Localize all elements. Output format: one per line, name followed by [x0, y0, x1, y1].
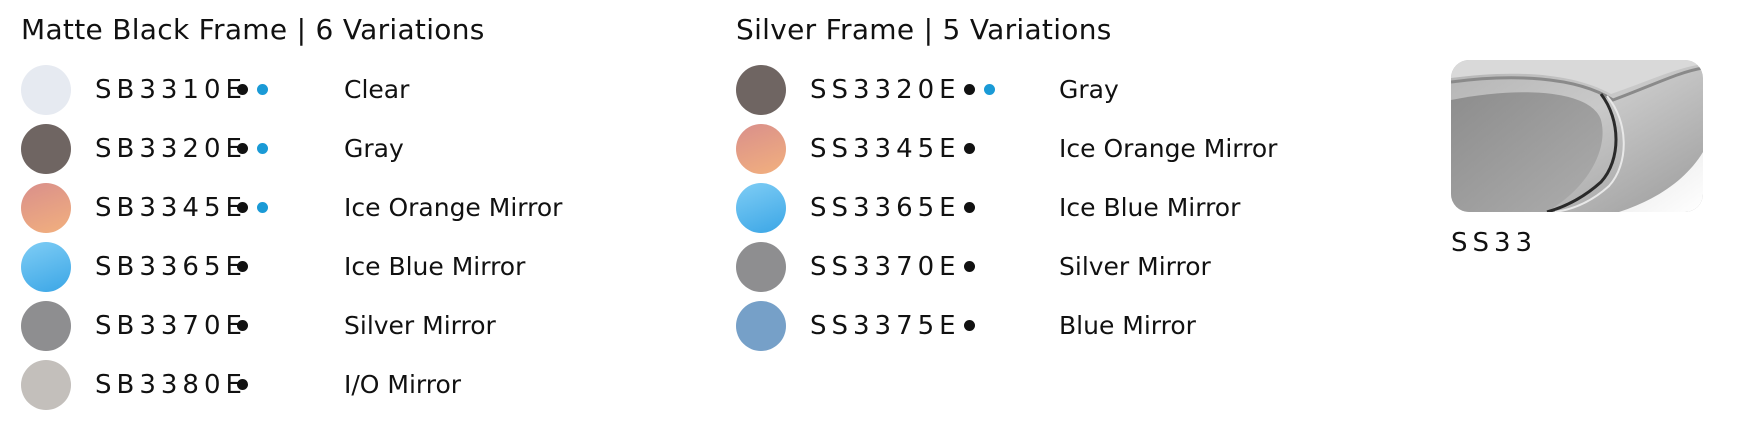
lens-name: Blue Mirror	[1059, 311, 1196, 340]
blue-dot-icon	[257, 84, 268, 95]
lens-swatch	[21, 301, 71, 351]
product-code: SS3370E	[810, 252, 961, 282]
lens-name: Ice Blue Mirror	[1059, 193, 1241, 222]
lens-swatch	[21, 183, 71, 233]
variation-row: SB3380E I/O Mirror	[21, 360, 485, 419]
blue-dot-icon	[257, 143, 268, 154]
lens-swatch	[21, 124, 71, 174]
section-title: Silver Frame | 5 Variations	[736, 13, 1112, 46]
black-dot-icon	[237, 202, 248, 213]
product-preview: SS33	[1451, 60, 1703, 262]
variation-row: SS3365E Ice Blue Mirror	[736, 183, 1240, 242]
black-dot-icon	[964, 320, 975, 331]
lens-name: Ice Blue Mirror	[344, 252, 526, 281]
lens-name: Gray	[344, 134, 404, 163]
silver-frame-section: Silver Frame | 5 Variations SS3320E Gray…	[736, 8, 1277, 360]
lens-name: Ice Orange Mirror	[344, 193, 563, 222]
black-dot-icon	[237, 143, 248, 154]
lens-swatch	[21, 65, 71, 115]
product-code: SS33	[1451, 228, 1538, 258]
lens-swatch	[736, 301, 786, 351]
variation-row: SB3345E Ice Orange Mirror	[21, 183, 562, 242]
variation-list: SB3310E Clear SB3320E Gray SB3345E Ice O…	[21, 65, 562, 419]
variation-row: SB3370E Silver Mirror	[21, 301, 496, 360]
black-dot-icon	[237, 84, 248, 95]
product-code: SS3375E	[810, 311, 961, 341]
blue-dot-icon	[984, 84, 995, 95]
product-code: SB3345E	[95, 193, 247, 223]
eyewear-frame-image	[1451, 60, 1703, 212]
product-code: SB3370E	[95, 311, 247, 341]
variation-row: SS3375E Blue Mirror	[736, 301, 1196, 360]
silver-frame-eyewear-detail-icon	[1451, 60, 1703, 212]
lens-swatch	[736, 183, 786, 233]
product-code: SS3320E	[810, 75, 961, 105]
lens-name: Clear	[344, 75, 410, 104]
black-dot-icon	[964, 143, 975, 154]
black-dot-icon	[964, 261, 975, 272]
product-code: SS3365E	[810, 193, 961, 223]
black-dot-icon	[237, 261, 248, 272]
lens-swatch	[21, 360, 71, 410]
lens-name: Silver Mirror	[344, 311, 496, 340]
lens-name: I/O Mirror	[344, 370, 462, 399]
product-code: SB3365E	[95, 252, 247, 282]
product-code: SB3320E	[95, 134, 247, 164]
variation-row: SS3370E Silver Mirror	[736, 242, 1211, 301]
black-dot-icon	[964, 202, 975, 213]
variation-row: SS3320E Gray	[736, 65, 1119, 124]
blue-dot-icon	[257, 202, 268, 213]
product-code: SS3345E	[810, 134, 961, 164]
black-dot-icon	[237, 379, 248, 390]
lens-name: Silver Mirror	[1059, 252, 1211, 281]
variation-row: SB3310E Clear	[21, 65, 485, 124]
matte-black-frame-section: Matte Black Frame | 6 Variations SB3310E…	[21, 8, 562, 419]
black-dot-icon	[964, 84, 975, 95]
variation-row: SB3365E Ice Blue Mirror	[21, 242, 525, 301]
lens-swatch	[21, 242, 71, 292]
product-code: SB3310E	[95, 75, 247, 105]
black-dot-icon	[237, 320, 248, 331]
variation-list: SS3320E Gray SS3345E Ice Orange Mirror S…	[736, 65, 1277, 360]
variation-row: SS3345E Ice Orange Mirror	[736, 124, 1277, 183]
section-title: Matte Black Frame | 6 Variations	[21, 13, 485, 46]
lens-name: Gray	[1059, 75, 1119, 104]
product-code: SB3380E	[95, 370, 247, 400]
lens-swatch	[736, 65, 786, 115]
lens-name: Ice Orange Mirror	[1059, 134, 1278, 163]
variation-row: SB3320E Gray	[21, 124, 485, 183]
lens-swatch	[736, 124, 786, 174]
lens-swatch	[736, 242, 786, 292]
